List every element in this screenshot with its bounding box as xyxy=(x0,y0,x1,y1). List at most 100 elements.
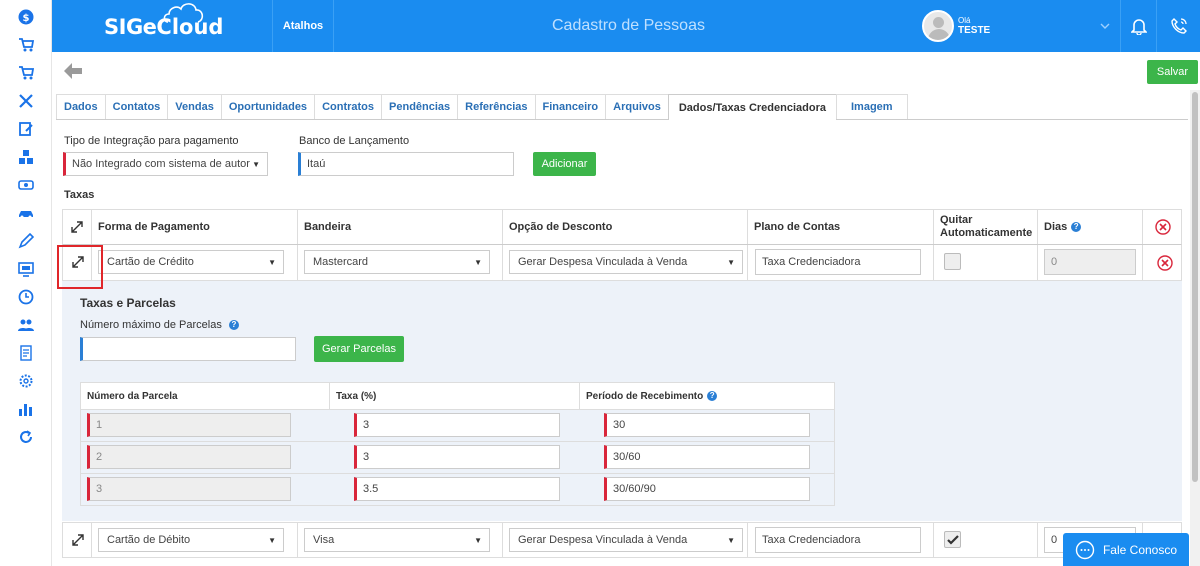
taxas-parcelas-panel: Taxas e Parcelas Número máximo de Parcel… xyxy=(62,281,1182,521)
bandeira-value: Mastercard xyxy=(313,256,369,268)
plano-contas-value: Taxa Credenciadora xyxy=(762,256,861,268)
taxa-input[interactable]: 3.5 xyxy=(354,477,560,501)
info-icon[interactable]: ? xyxy=(1071,222,1082,232)
periodo-input[interactable]: 30/60/90 xyxy=(604,477,810,501)
scrollbar[interactable] xyxy=(1190,90,1200,566)
remove-row-icon[interactable] xyxy=(1157,255,1173,271)
parcelas-table-header: Número da Parcela Taxa (%) Período de Re… xyxy=(80,382,835,410)
tab-pendencias[interactable]: Pendências xyxy=(381,94,459,119)
opcao-desconto-select[interactable]: Gerar Despesa Vinculada à Venda ▼ xyxy=(509,250,743,274)
table-row: 3 3.5 30/60/90 xyxy=(80,474,835,506)
quitar-checkbox[interactable] xyxy=(944,253,961,270)
avatar xyxy=(922,10,954,42)
tab-dados-taxas-credenciadora[interactable]: Dados/Taxas Credenciadora xyxy=(667,94,837,120)
users-icon[interactable] xyxy=(0,315,52,335)
th-bandeira: Bandeira xyxy=(298,210,503,244)
opcao-desconto-value: Gerar Despesa Vinculada à Venda xyxy=(518,256,688,268)
caret-down-icon: ▼ xyxy=(252,160,260,169)
taxa-input[interactable]: 3 xyxy=(354,445,560,469)
chart-icon[interactable] xyxy=(0,399,52,419)
gerar-parcelas-button[interactable]: Gerar Parcelas xyxy=(314,336,404,362)
banco-lancamento-input[interactable]: Itaú xyxy=(298,152,514,176)
svg-text:$: $ xyxy=(23,13,30,24)
cart-icon[interactable] xyxy=(0,63,52,83)
dias-value: 0 xyxy=(1051,534,1058,546)
periodo-input[interactable]: 30 xyxy=(604,413,810,437)
tab-dados[interactable]: Dados xyxy=(56,94,106,119)
max-parcelas-label-text: Número máximo de Parcelas xyxy=(80,319,222,331)
info-icon[interactable]: ? xyxy=(228,320,239,331)
phone-icon[interactable] xyxy=(1156,0,1200,52)
sync-icon[interactable] xyxy=(0,427,52,447)
user-menu[interactable]: Olá TESTE xyxy=(922,10,990,42)
bell-icon[interactable] xyxy=(1120,0,1156,52)
plano-contas-input[interactable]: Taxa Credenciadora xyxy=(755,249,921,275)
adicionar-button[interactable]: Adicionar xyxy=(533,152,596,176)
dias-value: 0 xyxy=(1051,256,1058,268)
caret-down-icon: ▼ xyxy=(268,536,276,545)
tipo-integracao-select[interactable]: Não Integrado com sistema de autor ▼ xyxy=(63,152,268,176)
tab-vendas[interactable]: Vendas xyxy=(167,94,222,119)
back-arrow-icon[interactable] xyxy=(62,60,84,82)
tab-contatos[interactable]: Contatos xyxy=(104,94,169,119)
tab-referencias[interactable]: Referências xyxy=(457,94,536,119)
tab-oportunidades[interactable]: Oportunidades xyxy=(220,94,316,119)
bandeira-select[interactable]: Mastercard ▼ xyxy=(304,250,490,274)
opcao-desconto-select[interactable]: Gerar Despesa Vinculada à Venda ▼ xyxy=(509,528,743,552)
max-parcelas-input[interactable] xyxy=(80,337,296,361)
monitor-icon[interactable] xyxy=(0,259,52,279)
money-icon[interactable] xyxy=(0,175,52,195)
tab-bar: Dados Contatos Vendas Oportunidades Cont… xyxy=(56,94,1188,120)
tab-imagem[interactable]: Imagem xyxy=(835,94,908,119)
periodo-input[interactable]: 30/60 xyxy=(604,445,810,469)
th-plano-contas: Plano de Contas xyxy=(748,210,934,244)
dias-input[interactable]: 0 xyxy=(1044,249,1136,275)
check-icon xyxy=(946,534,959,545)
banco-lancamento-label: Banco de Lançamento xyxy=(299,135,410,147)
expand-icon[interactable] xyxy=(63,523,92,558)
info-icon[interactable]: ? xyxy=(707,391,718,401)
remove-all-icon[interactable] xyxy=(1143,210,1181,244)
atalhos-menu[interactable]: Atalhos xyxy=(272,0,334,52)
boxes-icon[interactable] xyxy=(0,147,52,167)
report-icon[interactable] xyxy=(0,343,52,363)
fale-conosco-button[interactable]: Fale Conosco xyxy=(1063,533,1189,566)
forma-pagamento-select[interactable]: Cartão de Crédito ▼ xyxy=(98,250,284,274)
fale-conosco-label: Fale Conosco xyxy=(1102,542,1178,557)
scrollbar-thumb[interactable] xyxy=(1192,92,1198,482)
pen-icon[interactable] xyxy=(0,231,52,251)
banco-lancamento-value: Itaú xyxy=(307,158,326,170)
table-row: Cartão de Débito ▼ Visa ▼ Gerar Despesa … xyxy=(62,522,1182,558)
plano-contas-input[interactable]: Taxa Credenciadora xyxy=(755,527,921,553)
tab-contratos[interactable]: Contratos xyxy=(314,94,383,119)
tab-financeiro[interactable]: Financeiro xyxy=(534,94,607,119)
tools-icon[interactable] xyxy=(0,91,52,111)
th-taxa: Taxa (%) xyxy=(330,383,580,409)
tab-arquivos[interactable]: Arquivos xyxy=(605,94,669,119)
quitar-checkbox[interactable] xyxy=(944,531,961,548)
clock-icon[interactable] xyxy=(0,287,52,307)
taxa-input[interactable]: 3 xyxy=(354,413,560,437)
caret-down-icon: ▼ xyxy=(727,258,735,267)
save-button[interactable]: Salvar xyxy=(1147,60,1198,84)
chevron-down-icon[interactable] xyxy=(1092,0,1118,52)
car-icon[interactable] xyxy=(0,203,52,223)
caret-down-icon: ▼ xyxy=(474,258,482,267)
dollar-icon[interactable]: $ xyxy=(0,7,52,27)
caret-down-icon: ▼ xyxy=(474,536,482,545)
expand-all-icon[interactable] xyxy=(63,210,92,244)
bandeira-select[interactable]: Visa ▼ xyxy=(304,528,490,552)
chat-icon xyxy=(1075,540,1095,559)
cart-icon[interactable] xyxy=(0,35,52,55)
forma-pagamento-select[interactable]: Cartão de Débito ▼ xyxy=(98,528,284,552)
sigecloud-logo[interactable]: SIGe Cloud xyxy=(104,3,223,44)
th-periodo-recebimento: Período de Recebimento ? xyxy=(580,383,834,409)
logo-text-cloud: Cloud xyxy=(156,3,223,39)
table-row: 2 3 30/60 xyxy=(80,442,835,474)
logo-text-sige: SIGe xyxy=(104,15,157,39)
numero-parcela-input: 2 xyxy=(87,445,291,469)
gear-icon[interactable] xyxy=(0,371,52,391)
numero-parcela-input: 3 xyxy=(87,477,291,501)
edit-icon[interactable] xyxy=(0,119,52,139)
th-numero-parcela: Número da Parcela xyxy=(81,383,330,409)
